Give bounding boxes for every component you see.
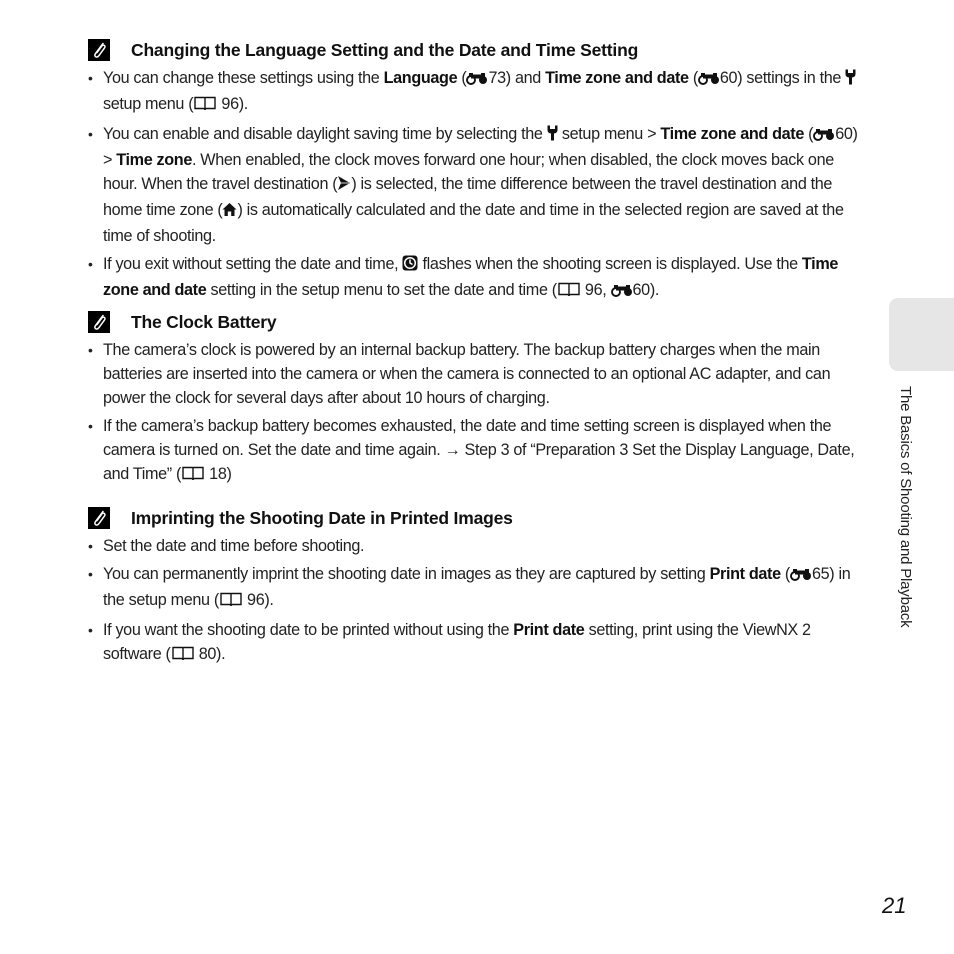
section-language-date-time: Changing the Language Setting and the Da…: [88, 38, 868, 304]
section-clock-battery: The Clock Battery The camera’s clock is …: [88, 310, 868, 488]
text-run: (: [688, 69, 698, 87]
section-heading: The Clock Battery: [88, 310, 868, 334]
airplane-icon: [337, 174, 351, 198]
section-title: The Clock Battery: [131, 311, 277, 332]
chapter-tab[interactable]: [889, 298, 954, 371]
text-run: The camera’s clock is powered by an inte…: [103, 341, 831, 407]
note-paperclip-icon: [88, 507, 110, 529]
text-run: 18): [205, 465, 232, 483]
text-run: setting in the setup menu to set the dat…: [206, 281, 558, 299]
bullet-item: The camera’s clock is powered by an inte…: [88, 338, 868, 410]
text-run: 73) and: [488, 69, 546, 87]
manual-page: Changing the Language Setting and the Da…: [0, 0, 954, 954]
section-title: Imprinting the Shooting Date in Printed …: [131, 507, 513, 528]
reference-binoculars-icon: [790, 564, 812, 588]
text-run: 60).: [632, 281, 660, 299]
bullet-list: Set the date and time before shooting. Yo…: [88, 534, 868, 668]
text-run: setup menu >: [557, 125, 661, 143]
text-run: If you exit without setting the date and…: [103, 255, 403, 273]
bold-term: Time zone and date: [545, 69, 689, 87]
bullet-item: You can change these settings using the …: [88, 66, 868, 118]
text-run: 80).: [194, 645, 226, 663]
section-title: Changing the Language Setting and the Da…: [131, 39, 639, 60]
text-run: If you want the shooting date to be prin…: [103, 621, 514, 639]
bullet-item: If the camera’s backup battery becomes e…: [88, 414, 868, 488]
note-paperclip-icon: [88, 311, 110, 333]
bold-term: Print date: [513, 621, 585, 639]
text-run: You can change these settings using the: [103, 69, 384, 87]
text-run: (: [457, 69, 467, 87]
book-page-icon: [193, 94, 217, 118]
bullet-item: You can enable and disable daylight savi…: [88, 122, 868, 248]
text-run: 60) settings in the: [719, 69, 846, 87]
text-run: Set the date and time before shooting.: [103, 537, 365, 555]
bullet-list: The camera’s clock is powered by an inte…: [88, 338, 868, 488]
reference-binoculars-icon: [610, 280, 633, 304]
bold-term: Time zone and date: [660, 125, 804, 143]
reference-binoculars-icon: [466, 68, 488, 92]
wrench-setup-icon: [845, 68, 856, 92]
text-run: 96).: [217, 95, 248, 113]
reference-binoculars-icon: [813, 124, 835, 148]
page-number: 21: [882, 893, 907, 918]
book-page-icon: [171, 644, 195, 668]
section-imprinting-date: Imprinting the Shooting Date in Printed …: [88, 506, 868, 668]
text-run: (: [803, 125, 814, 143]
note-paperclip-icon: [88, 39, 110, 61]
book-page-icon: [181, 464, 205, 488]
text-run: You can permanently imprint the shooting…: [103, 565, 710, 583]
bold-term: Language: [383, 69, 458, 87]
bold-term: Print date: [709, 565, 782, 583]
text-run: flashes when the shooting screen is disp…: [418, 255, 802, 273]
section-heading: Changing the Language Setting and the Da…: [88, 38, 868, 62]
section-heading: Imprinting the Shooting Date in Printed …: [88, 506, 868, 530]
wrench-setup-icon: [547, 124, 558, 148]
home-icon: [222, 200, 237, 224]
book-page-icon: [557, 280, 581, 304]
reference-binoculars-icon: [697, 68, 720, 92]
bullet-item: You can permanently imprint the shooting…: [88, 562, 868, 614]
bullet-item: If you want the shooting date to be prin…: [88, 618, 868, 668]
text-run: 96).: [242, 591, 274, 609]
text-run: (: [780, 565, 790, 583]
text-run: 96,: [580, 281, 611, 299]
text-run: setup menu (: [103, 95, 194, 113]
text-run: You can enable and disable daylight savi…: [103, 125, 547, 143]
bullet-item: Set the date and time before shooting.: [88, 534, 868, 558]
book-page-icon: [219, 590, 243, 614]
bullet-list: You can change these settings using the …: [88, 66, 868, 304]
clock-not-set-icon: [402, 254, 418, 278]
bold-term: Time zone: [116, 151, 192, 169]
chapter-label: The Basics of Shooting and Playback: [897, 386, 914, 628]
bullet-item: If you exit without setting the date and…: [88, 252, 868, 304]
